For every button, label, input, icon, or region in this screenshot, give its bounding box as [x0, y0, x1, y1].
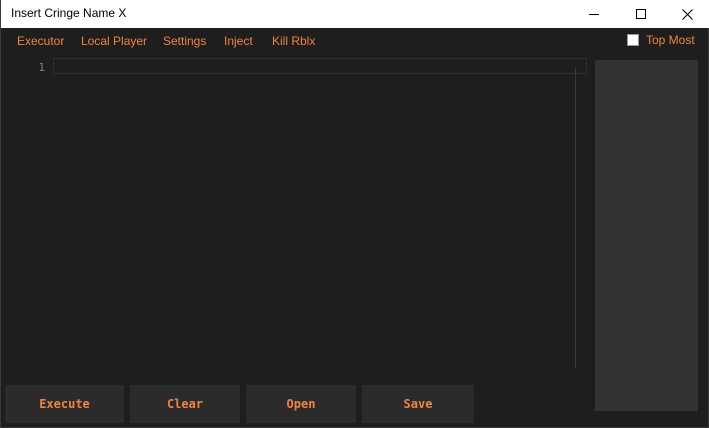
maximize-icon	[636, 9, 646, 19]
maximize-button[interactable]	[618, 0, 664, 28]
menu-bar: Executor Local Player Settings Inject Ki…	[1, 28, 708, 54]
menu-item-kill-rblx[interactable]: Kill Rblx	[272, 34, 315, 48]
menu-item-executor[interactable]: Executor	[17, 34, 64, 48]
top-most-label: Top Most	[646, 33, 695, 47]
menu-item-inject[interactable]: Inject	[224, 34, 253, 48]
current-line-highlight	[53, 58, 587, 74]
menu-item-settings[interactable]: Settings	[163, 34, 206, 48]
save-button[interactable]: Save	[362, 385, 474, 423]
top-most-checkbox[interactable]	[627, 34, 639, 46]
editor-scrollbar[interactable]	[575, 68, 576, 368]
minimize-icon	[589, 14, 599, 15]
app-window: Insert Cringe Name X Executor Local Play…	[0, 0, 709, 428]
script-list-panel[interactable]	[595, 60, 698, 411]
line-number: 1	[38, 61, 45, 74]
minimize-button[interactable]	[571, 0, 617, 28]
title-bar[interactable]: Insert Cringe Name X	[1, 0, 709, 28]
clear-button[interactable]: Clear	[130, 385, 240, 423]
script-editor[interactable]: 1	[5, 56, 589, 368]
close-button[interactable]	[664, 0, 709, 28]
top-most-toggle[interactable]: Top Most	[627, 33, 695, 47]
window-title: Insert Cringe Name X	[11, 6, 127, 20]
close-icon	[681, 8, 693, 20]
open-button[interactable]: Open	[246, 385, 356, 423]
execute-button[interactable]: Execute	[5, 385, 124, 423]
menu-item-local-player[interactable]: Local Player	[81, 34, 147, 48]
